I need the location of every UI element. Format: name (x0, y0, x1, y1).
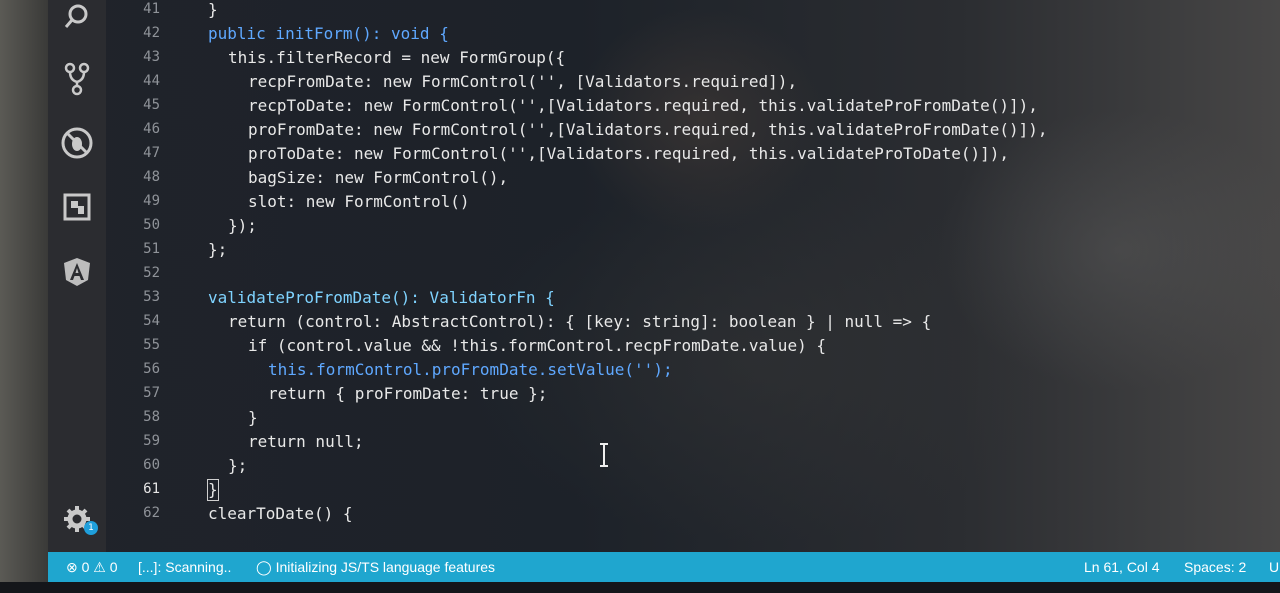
debug-icon[interactable] (60, 126, 94, 160)
code-line[interactable]: } (248, 408, 258, 428)
code-line[interactable]: return { proFromDate: true }; (268, 384, 547, 404)
line-number-active: 61 (143, 481, 160, 497)
line-number: 54 (143, 313, 160, 329)
line-number: 56 (143, 361, 160, 377)
line-number: 44 (143, 73, 160, 89)
line-number: 51 (143, 241, 160, 257)
code-line[interactable]: public initForm(): void { (208, 24, 449, 44)
code-line[interactable]: clearToDate() { (208, 504, 353, 524)
line-number-gutter: 41 42 43 44 45 46 47 48 49 50 51 52 53 5… (106, 0, 176, 552)
line-number: 45 (143, 97, 160, 113)
monitor-bezel (0, 0, 48, 593)
code-line[interactable]: this.filterRecord = new FormGroup({ (228, 48, 565, 68)
language-status[interactable]: ◯ Initializing JS/TS language features (256, 559, 495, 576)
code-line-active[interactable]: } (207, 479, 219, 501)
line-number: 53 (143, 289, 160, 305)
problems-indicator[interactable]: ⊗ 0 ⚠ 0 (66, 559, 118, 576)
line-number: 41 (143, 1, 160, 17)
encoding-indicator[interactable]: U (1269, 559, 1279, 575)
code-line[interactable]: } (208, 0, 218, 20)
code-line[interactable]: return null; (248, 432, 364, 452)
line-number: 50 (143, 217, 160, 233)
activity-bar: 1 (48, 0, 106, 552)
line-number: 62 (143, 505, 160, 521)
line-number: 57 (143, 385, 160, 401)
windows-taskbar (0, 582, 1280, 593)
language-status-label: Initializing JS/TS language features (275, 559, 496, 575)
angular-icon[interactable] (60, 255, 94, 289)
line-number: 46 (143, 121, 160, 137)
line-number: 47 (143, 145, 160, 161)
line-number: 48 (143, 169, 160, 185)
code-line[interactable]: recpToDate: new FormControl('',[Validato… (248, 96, 1038, 116)
code-line[interactable]: }; (228, 456, 247, 476)
line-number: 52 (143, 265, 160, 281)
code-line[interactable]: bagSize: new FormControl(), (248, 168, 508, 188)
cursor-position[interactable]: Ln 61, Col 4 (1084, 559, 1160, 575)
code-line[interactable]: proToDate: new FormControl('',[Validator… (248, 144, 1009, 164)
search-icon[interactable] (60, 0, 94, 34)
code-line[interactable]: if (control.value && !this.formControl.r… (248, 336, 826, 356)
code-line[interactable]: slot: new FormControl() (248, 192, 470, 212)
line-number: 60 (143, 457, 160, 473)
line-number: 59 (143, 433, 160, 449)
line-number: 42 (143, 25, 160, 41)
spinner-icon: ◯ (256, 559, 272, 575)
source-control-icon[interactable] (60, 62, 94, 96)
code-line[interactable]: validateProFromDate(): ValidatorFn { (208, 288, 555, 308)
indentation-setting[interactable]: Spaces: 2 (1184, 559, 1246, 575)
scanning-status[interactable]: [...]: Scanning.. (138, 559, 231, 575)
code-editor[interactable]: } public initForm(): void { this.filterR… (176, 0, 1280, 552)
line-number: 58 (143, 409, 160, 425)
text-cursor-icon (598, 443, 608, 467)
code-line[interactable]: }); (228, 216, 257, 236)
line-number: 55 (143, 337, 160, 353)
line-number: 43 (143, 49, 160, 65)
code-line[interactable]: this.formControl.proFromDate.setValue(''… (268, 360, 673, 380)
status-bar: ⊗ 0 ⚠ 0 [...]: Scanning.. ◯ Initializing… (48, 552, 1280, 582)
settings-update-badge: 1 (84, 521, 98, 535)
code-line[interactable]: }; (208, 240, 227, 260)
line-number: 49 (143, 193, 160, 209)
code-line[interactable]: recpFromDate: new FormControl('', [Valid… (248, 72, 797, 92)
extensions-icon[interactable] (60, 190, 94, 224)
code-line[interactable]: return (control: AbstractControl): { [ke… (228, 312, 931, 332)
code-line[interactable]: proFromDate: new FormControl('',[Validat… (248, 120, 1048, 140)
